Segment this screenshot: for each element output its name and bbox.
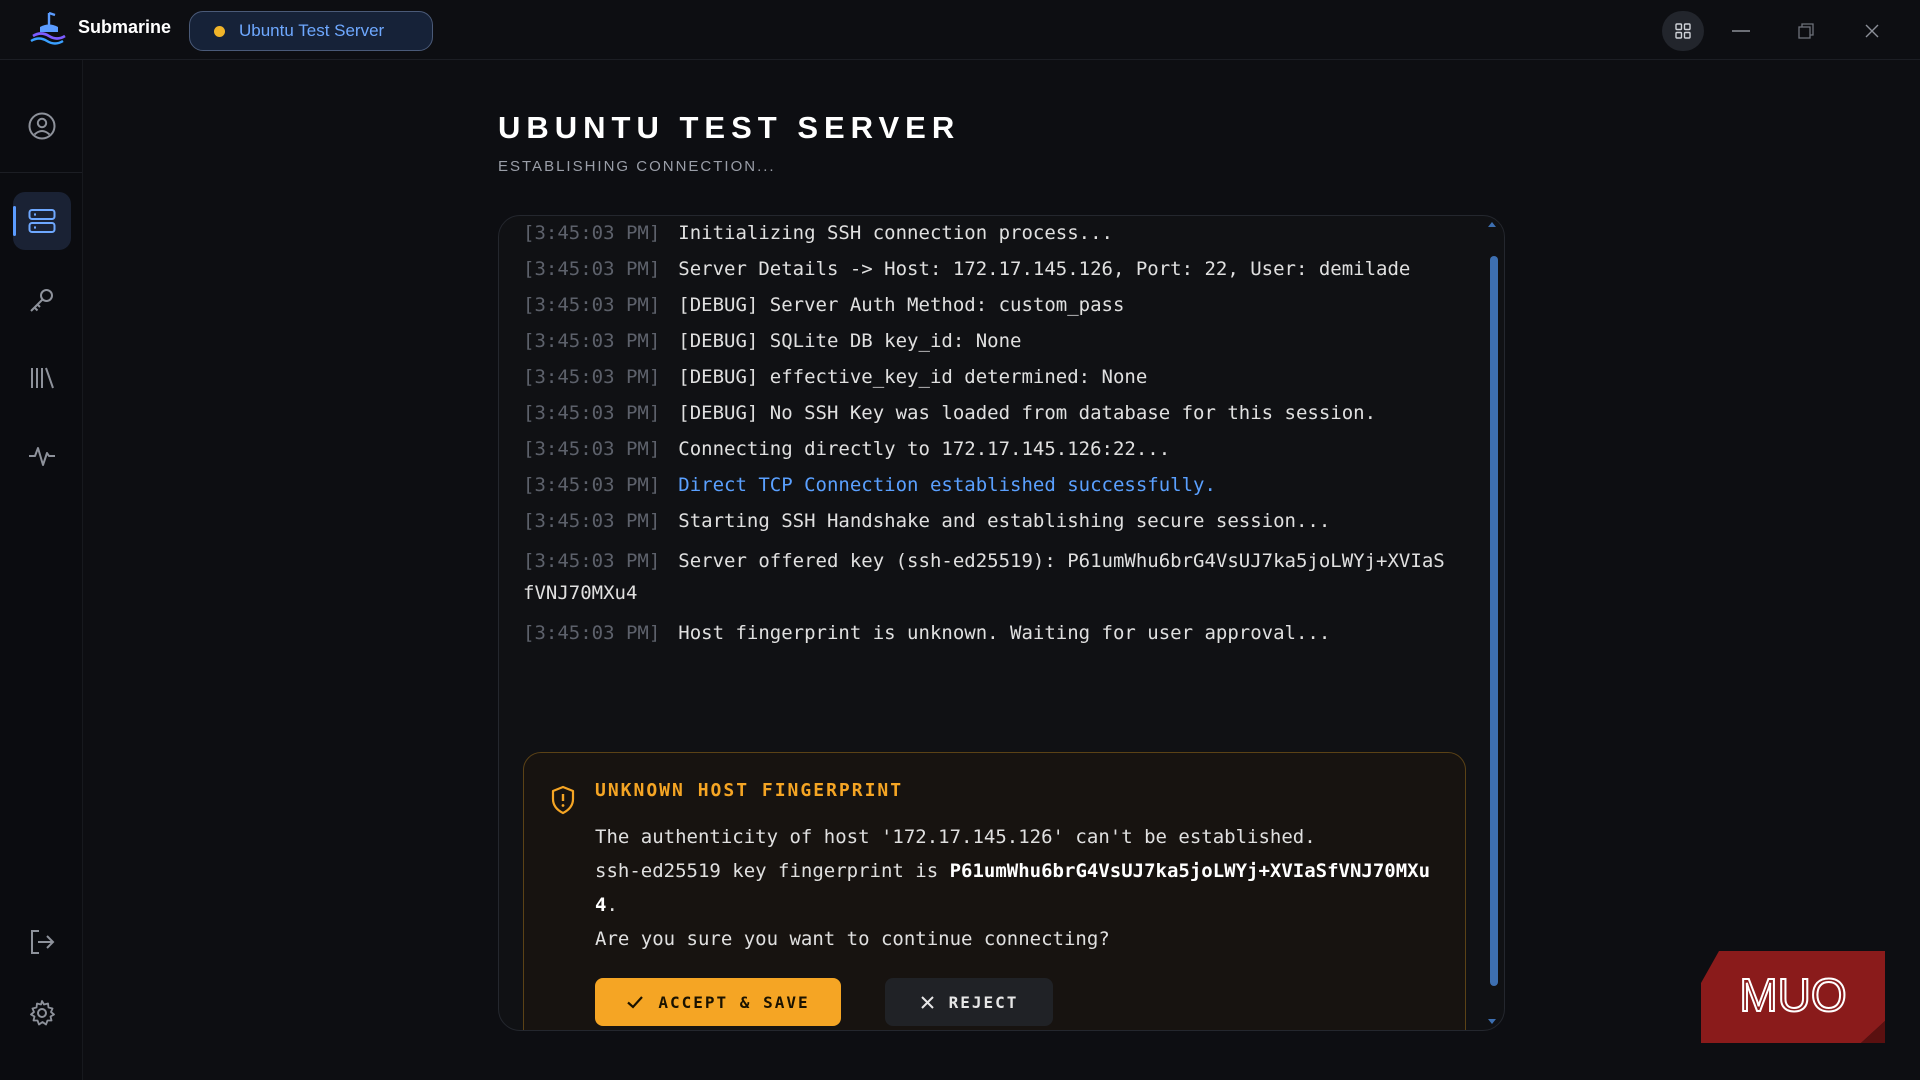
app-name: Submarine [78,17,172,37]
log-timestamp: [3:45:03 PM] [523,294,661,316]
alert-body: The authenticity of host '172.17.145.126… [595,820,1445,956]
close-window-button[interactable] [1851,11,1893,51]
scroll-down-arrow[interactable] [1488,1019,1496,1024]
alert-line-authenticity: The authenticity of host '172.17.145.126… [595,826,1316,848]
sidebar-item-keys[interactable] [13,271,71,329]
log-line: [3:45:03 PM] Direct TCP Connection establ… [523,473,1453,497]
alert-title: UNKNOWN HOST FINGERPRINT [595,780,904,801]
layout-grid-icon [1675,23,1691,39]
log-timestamp: [3:45:03 PM] [523,258,661,280]
sidebar-item-servers[interactable] [13,192,71,250]
logout-icon [31,930,55,954]
sidebar-item-profile[interactable] [13,97,71,155]
sidebar-divider [0,172,82,173]
restore-button[interactable] [1785,11,1827,51]
accept-save-label: ACCEPT & SAVE [658,992,810,1012]
log-timestamp: [3:45:03 PM] [523,438,661,460]
title-bar: Submarine Ubuntu Test Server [0,0,1920,60]
user-circle-icon [28,112,56,140]
log-line: [3:45:03 PM] Starting SSH Handshake and e… [523,509,1453,533]
log-message: Host fingerprint is unknown. Waiting for… [678,622,1331,644]
scroll-up-arrow[interactable] [1488,222,1496,227]
log-timestamp: [3:45:03 PM] [523,550,661,572]
log-message: Initializing SSH connection process... [678,222,1113,244]
log-message: Server Details -> Host: 172.17.145.126, … [678,258,1411,280]
log-message: [DEBUG] effective_key_id determined: Non… [678,366,1148,388]
submarine-logo-icon [30,11,66,45]
minimize-button[interactable] [1720,11,1762,51]
session-tab[interactable]: Ubuntu Test Server [189,11,433,51]
fingerprint-suffix: . [606,894,618,916]
restore-icon [1798,23,1814,39]
scrollbar-thumb[interactable] [1490,256,1498,986]
log-line: [3:45:03 PM] Server offered key (ssh-ed25… [523,545,1453,609]
log-message: Direct TCP Connection established succes… [678,474,1216,496]
log-line: [3:45:03 PM] Initializing SSH connection … [523,221,1453,245]
connection-log: [3:45:03 PM] Initializing SSH connection … [523,216,1453,657]
connection-log-panel[interactable]: [3:45:03 PM] Initializing SSH connection … [498,215,1505,1031]
log-line: [3:45:03 PM] [DEBUG] effective_key_id det… [523,365,1453,389]
key-icon [30,289,53,312]
sidebar [0,60,83,1080]
unknown-host-alert: UNKNOWN HOST FINGERPRINT The authenticit… [523,752,1466,1030]
log-line: [3:45:03 PM] [DEBUG] No SSH Key was loade… [523,401,1453,425]
log-timestamp: [3:45:03 PM] [523,402,661,424]
watermark-text: MUO [1739,969,1846,1021]
connection-status-text: ESTABLISHING CONNECTION... [498,158,776,175]
log-timestamp: [3:45:03 PM] [523,222,661,244]
accept-save-button[interactable]: ACCEPT & SAVE [595,978,841,1026]
activity-pulse-icon [29,447,55,466]
log-timestamp: [3:45:03 PM] [523,510,661,532]
log-line: [3:45:03 PM] [DEBUG] Server Auth Method: … [523,293,1453,317]
alert-question: Are you sure you want to continue connec… [595,928,1110,950]
log-message: Server offered key (ssh-ed25519): P61umW… [523,550,1445,604]
shield-alert-icon [551,785,575,815]
connecting-status-dot [214,25,225,37]
log-message: [DEBUG] No SSH Key was loaded from datab… [678,402,1377,424]
log-line: [3:45:03 PM] [DEBUG] SQLite DB key_id: No… [523,329,1453,353]
log-message: Starting SSH Handshake and establishing … [678,510,1331,532]
log-line: [3:45:03 PM] Host fingerprint is unknown.… [523,621,1453,645]
x-icon [920,995,934,1009]
sidebar-item-activity[interactable] [13,427,71,485]
layout-grid-button[interactable] [1662,11,1704,51]
reject-button[interactable]: REJECT [885,978,1053,1026]
log-message: Connecting directly to 172.17.145.126:22… [678,438,1171,460]
reject-label: REJECT [948,992,1019,1012]
page-title: UBUNTU TEST SERVER [498,110,961,145]
gear-icon [30,1000,55,1026]
fingerprint-prefix: ssh-ed25519 key fingerprint is [595,860,950,882]
settings-button[interactable] [13,984,71,1042]
log-timestamp: [3:45:03 PM] [523,474,661,496]
close-icon [1865,24,1879,38]
log-timestamp: [3:45:03 PM] [523,366,661,388]
log-line: [3:45:03 PM] Connecting directly to 172.1… [523,437,1453,461]
minimize-icon [1732,30,1750,32]
check-icon [627,996,644,1009]
log-timestamp: [3:45:03 PM] [523,330,661,352]
server-icon [28,209,56,233]
log-timestamp: [3:45:03 PM] [523,622,661,644]
log-message: [DEBUG] Server Auth Method: custom_pass [678,294,1125,316]
log-line: [3:45:03 PM] Server Details -> Host: 172.… [523,257,1453,281]
sidebar-item-library[interactable] [13,349,71,407]
log-message: [DEBUG] SQLite DB key_id: None [678,330,1022,352]
library-icon [31,367,54,389]
muo-watermark-logo: MUO [1701,951,1885,1043]
alert-line-fingerprint: ssh-ed25519 key fingerprint is P61umWhu6… [595,854,1445,922]
logout-button[interactable] [13,913,71,971]
session-tab-label: Ubuntu Test Server [239,21,385,40]
